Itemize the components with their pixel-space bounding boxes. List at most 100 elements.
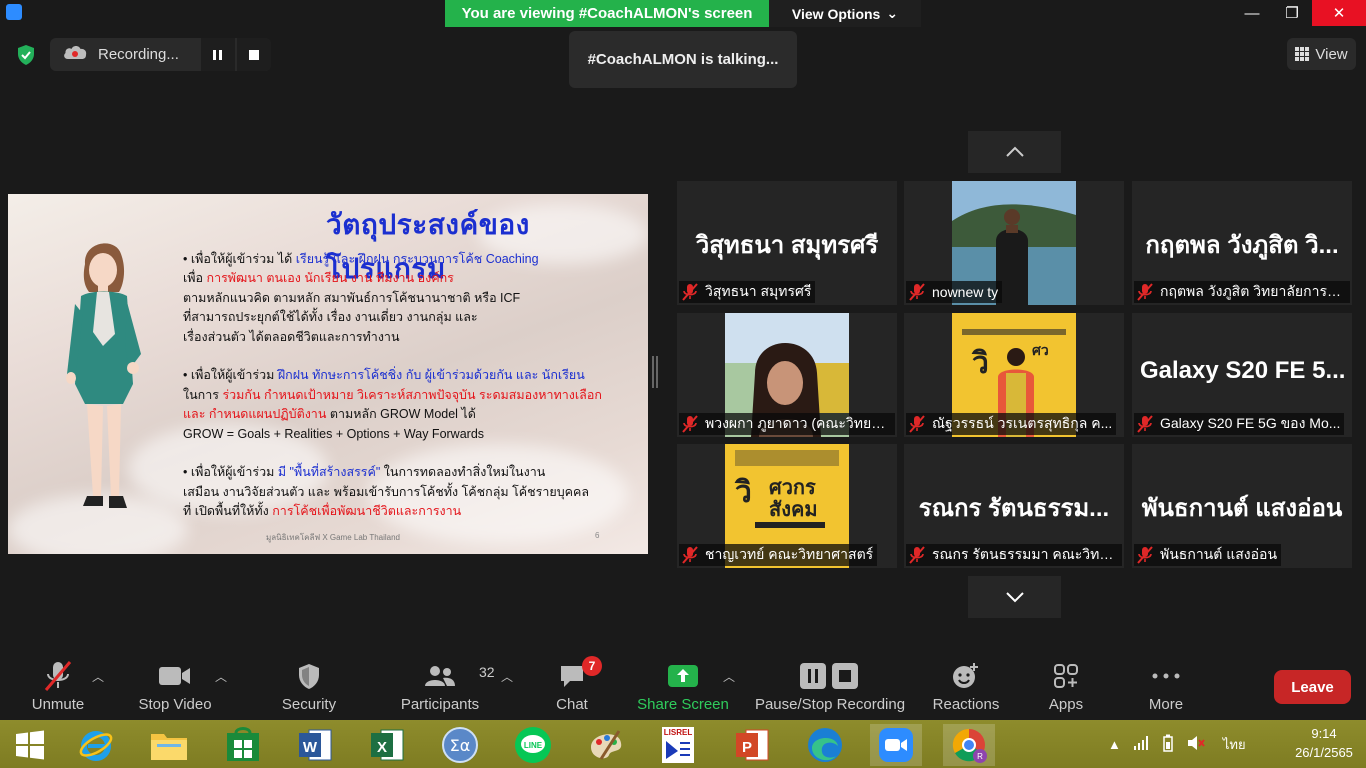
participant-tile[interactable]: พวงผกา ภูยาดาว (คณะวิทยาศ... — [677, 313, 897, 437]
minimize-button[interactable]: — — [1232, 0, 1272, 26]
participants-count: 32 — [479, 664, 495, 680]
pause-stop-recording-button[interactable]: Pause/Stop Recording — [755, 658, 905, 713]
volume-muted-icon[interactable] — [1187, 735, 1205, 754]
split-view-handle[interactable] — [652, 356, 658, 388]
participant-tile[interactable]: กฤตพล วังภูสิต วิ... กฤตพล วังภูสิต วิทยา… — [1132, 181, 1352, 305]
slide-text: ตามหลักแนวคิด ตามหลัก สมาพันธ์การโค้ชนาน… — [183, 290, 521, 305]
meeting-toolbar: Unmute ︿ Stop Video ︿ Security 32 Partic… — [0, 650, 1366, 720]
slide-text: • เพื่อให้ผู้เข้าร่วม ได้ — [183, 252, 296, 266]
participant-tile[interactable]: รณกร รัตนธรรม... รณกร รัตนธรรมมา คณะวิทยา… — [904, 444, 1124, 568]
security-button[interactable]: Security — [281, 658, 337, 713]
excel-icon[interactable]: X — [361, 724, 413, 766]
participant-name: พันธกานต์ แสงอ่อน — [1160, 546, 1278, 562]
powerpoint-icon[interactable]: P — [726, 724, 778, 766]
pause-recording-button[interactable] — [201, 38, 235, 71]
tray-expand-icon[interactable]: ▲ — [1108, 737, 1121, 752]
chat-label: Chat — [556, 696, 588, 713]
internet-explorer-icon[interactable] — [70, 724, 122, 766]
close-button[interactable]: ✕ — [1312, 0, 1366, 26]
signal-icon[interactable] — [1133, 735, 1149, 754]
chrome-icon[interactable]: R — [943, 724, 995, 766]
muted-mic-icon — [1136, 546, 1154, 564]
clock-date: 26/1/2565 — [1295, 745, 1353, 760]
chat-bubble-icon: 7 — [558, 656, 602, 694]
slide-text: GROW = Goals + Realities + Options + Way… — [183, 426, 485, 441]
security-label: Security — [281, 696, 337, 713]
chat-button[interactable]: 7 Chat — [552, 656, 602, 713]
slide-text: • เพื่อให้ผู้เข้าร่วม — [183, 368, 278, 383]
svg-text:P: P — [742, 739, 752, 756]
microsoft-store-icon[interactable] — [217, 724, 269, 766]
muted-mic-icon — [908, 283, 926, 301]
slide-text: มี "พื้นที่สร้างสรรค์" — [277, 465, 381, 480]
muted-mic-icon — [1136, 283, 1154, 301]
participant-name: พวงผกา ภูยาดาว (คณะวิทยาศ... — [705, 415, 891, 431]
edge-icon[interactable] — [799, 724, 851, 766]
stop-recording-button[interactable] — [237, 38, 271, 71]
reactions-button[interactable]: Reactions — [932, 658, 1000, 713]
shared-screen-slide: วัตถุประสงค์ของโปรแกรม • เพื่อให้ผู้เข้า… — [8, 194, 648, 554]
participant-tile[interactable]: nownew ty — [904, 181, 1124, 305]
viewing-label: You are viewing #CoachALMON's screen — [445, 0, 769, 27]
apps-button[interactable]: Apps — [1045, 658, 1087, 713]
math-input-icon[interactable]: Σα — [434, 724, 486, 766]
slide-text: • เพื่อให้ผู้เข้าร่วม — [183, 465, 278, 480]
restore-button[interactable]: ❐ — [1272, 0, 1312, 26]
paint-icon[interactable] — [580, 724, 632, 766]
more-button[interactable]: More — [1144, 658, 1188, 713]
clock-time: 9:14 — [1311, 726, 1337, 741]
start-button[interactable] — [4, 724, 56, 766]
participant-name: ณัฐวรรธน์ วรเนตรสุทธิกุล ค... — [932, 415, 1113, 431]
security-shield-icon — [297, 658, 321, 694]
slide-text: เรื่องส่วนตัว ได้ตลอดชีวิตและการทำงาน — [183, 329, 400, 344]
participant-tile[interactable]: วิ ศว ณัฐวรรธน์ วรเนตรสุทธิกุล ค... — [904, 313, 1124, 437]
lisrel-icon[interactable]: LISREL — [652, 724, 704, 766]
word-icon[interactable]: W — [289, 724, 341, 766]
unmute-label: Unmute — [31, 696, 85, 713]
gallery-next-button[interactable] — [968, 576, 1061, 618]
slide-text: ร่วมกัน กำหนดเป้าหมาย วิเคราะห์สภาพปัจจุ… — [222, 387, 602, 402]
encryption-shield-icon[interactable] — [14, 43, 38, 67]
slide-text: เสมือน งานวิจัยส่วนตัว และ พร้อมเข้ารับก… — [183, 484, 590, 499]
participants-options-caret[interactable]: ︿ — [501, 668, 513, 685]
zoom-taskbar-icon[interactable] — [870, 724, 922, 766]
line-app-icon[interactable]: LINE — [507, 724, 559, 766]
gallery-prev-button[interactable] — [968, 131, 1061, 173]
view-button[interactable]: View — [1287, 38, 1356, 70]
svg-text:R: R — [977, 752, 983, 761]
chevron-up-icon — [1005, 146, 1024, 157]
participant-tile[interactable]: วิ ศวกร สังคม ชาญเวทย์ คณะวิทยาศาสตร์ — [677, 444, 897, 568]
svg-text:ศว: ศว — [1032, 343, 1049, 359]
file-explorer-icon[interactable] — [143, 724, 195, 766]
participant-name: Galaxy S20 FE 5G ของ Mo... — [1160, 415, 1341, 431]
participants-label: Participants — [400, 696, 480, 713]
participant-tile[interactable]: วิสุทธนา สมุทรศรี วิสุทธนา สมุทรศรี — [677, 181, 897, 305]
participants-icon: 32 — [423, 658, 495, 694]
view-options-button[interactable]: View Options ⌄ — [769, 0, 921, 27]
participant-name: กฤตพล วังภูสิต วิทยาลัยการฝึ... — [1160, 283, 1346, 299]
system-tray: ▲ ไทย — [1108, 720, 1246, 768]
battery-icon[interactable] — [1161, 734, 1175, 755]
share-screen-button[interactable]: Share Screen — [637, 658, 729, 713]
slide-text: ที่สามารถประยุกต์ใช้ได้ทั้ง เรื่อง งานเด… — [183, 310, 478, 325]
participant-name-tag: วิสุทธนา สมุทรศรี — [679, 281, 816, 303]
slide-text: ในการทดลองทำสิ่งใหม่ในงาน — [380, 465, 546, 480]
participant-name-tag: Galaxy S20 FE 5G ของ Mo... — [1134, 413, 1345, 435]
stop-video-button[interactable]: Stop Video — [137, 658, 213, 713]
unmute-button[interactable]: Unmute — [30, 658, 86, 713]
leave-button[interactable]: Leave — [1274, 670, 1351, 704]
participant-tile[interactable]: Galaxy S20 FE 5... Galaxy S20 FE 5G ของ M… — [1132, 313, 1352, 437]
participants-button[interactable]: 32 Participants — [400, 658, 495, 713]
cloud-recording-icon — [62, 43, 88, 66]
chevron-down-icon — [1005, 592, 1024, 603]
participant-name-tag: รณกร รัตนธรรมมา คณะวิทยา... — [906, 544, 1122, 566]
svg-text:วิ: วิ — [734, 475, 752, 510]
taskbar-clock[interactable]: 9:14 26/1/2565 — [1290, 724, 1358, 762]
participant-tile[interactable]: พันธกานต์ แสงอ่อน พันธกานต์ แสงอ่อน — [1132, 444, 1352, 568]
share-options-caret[interactable]: ︿ — [723, 668, 735, 685]
recording-indicator: Recording... — [50, 38, 271, 71]
video-options-caret[interactable]: ︿ — [215, 668, 227, 685]
audio-options-caret[interactable]: ︿ — [92, 668, 104, 685]
input-language[interactable]: ไทย — [1223, 734, 1246, 755]
view-label: View — [1315, 45, 1348, 63]
